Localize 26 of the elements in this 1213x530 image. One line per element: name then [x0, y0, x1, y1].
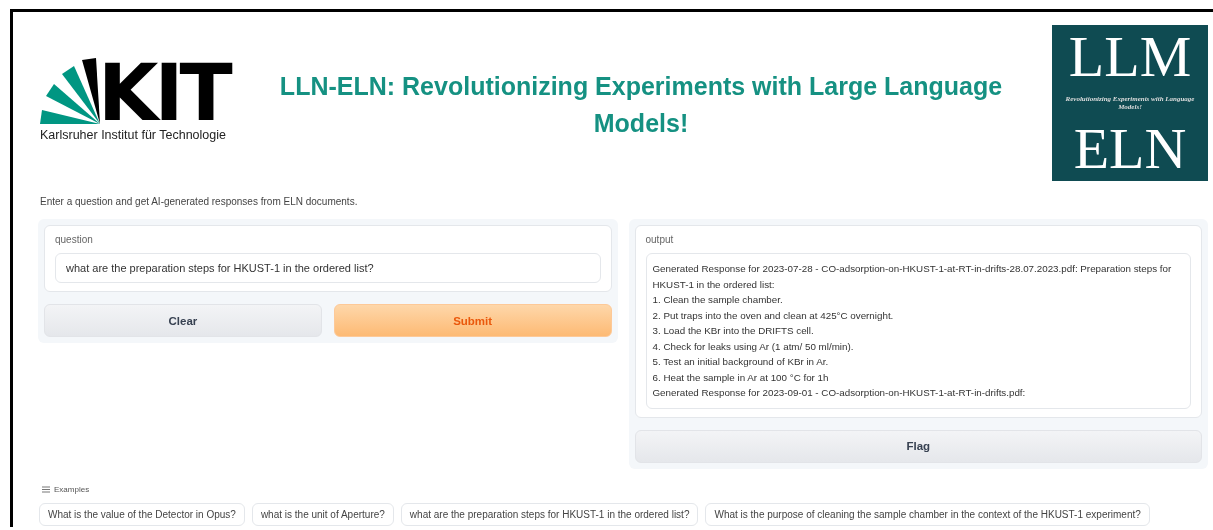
output-line: Generated Response for 2023-09-01 - CO-adsorption-on-HKUST-1-at-RT-in-drifts.pdf:	[652, 386, 1027, 400]
field-label: output	[645, 234, 675, 245]
example-button[interactable]: What is the value of the Detector in Opus?	[39, 502, 245, 526]
rays-icon	[40, 56, 100, 126]
example-button[interactable]: what are the preparation steps for HKUST-1 in the ordered list?	[400, 502, 699, 526]
output-line: 4. Check for leaks using Ar (1 atm/ 50 ml/min).	[652, 339, 855, 354]
question-field[interactable]: what are the preparation steps for HKUST-1 in the ordered list?	[55, 253, 601, 283]
output-line: 6. Heat the sample in Ar at 100 °C for 1h	[652, 370, 830, 385]
example-button[interactable]: what is the unit of Aperture?	[251, 502, 394, 526]
logo-text: LLM	[1068, 27, 1192, 87]
output-line: 1. Clean the sample chamber.	[652, 293, 784, 307]
output-line: 5. Test an initial background of KBr in Ar.	[652, 355, 830, 369]
field-label: question	[55, 234, 94, 245]
page-title: LLN-ELN: Revolutionizing Experiments with Large Language Models!	[278, 71, 1004, 139]
output-line: Generated Response for 2023-07-28 - CO-adsorption-on-HKUST-1-at-RT-in-drifts-28.07.2023.pdf: Preparation steps for HKUST-1 in the ordered list:	[652, 262, 1173, 292]
output-line: 3. Load the KBr into the DRIFTS cell.	[652, 324, 815, 338]
example-button[interactable]: What is the purpose of cleaning the sample chamber in the context of the HKUST-1 experiment?	[705, 502, 1150, 526]
description: Enter a question and get AI-generated responses from ELN documents.	[40, 196, 359, 207]
logo-text: ELN	[1073, 119, 1187, 179]
logo-caption: Karlsruher Institut für Technologie	[40, 128, 227, 142]
list-icon	[42, 485, 50, 493]
clear-button[interactable]: Clear	[44, 304, 322, 337]
flag-button[interactable]: Flag	[634, 429, 1202, 463]
output-line: 2. Put traps into the oven and clean at 425°C overnight.	[652, 308, 895, 323]
logo-wordmark: KIT	[98, 60, 229, 126]
examples-label: Examples	[54, 484, 90, 494]
